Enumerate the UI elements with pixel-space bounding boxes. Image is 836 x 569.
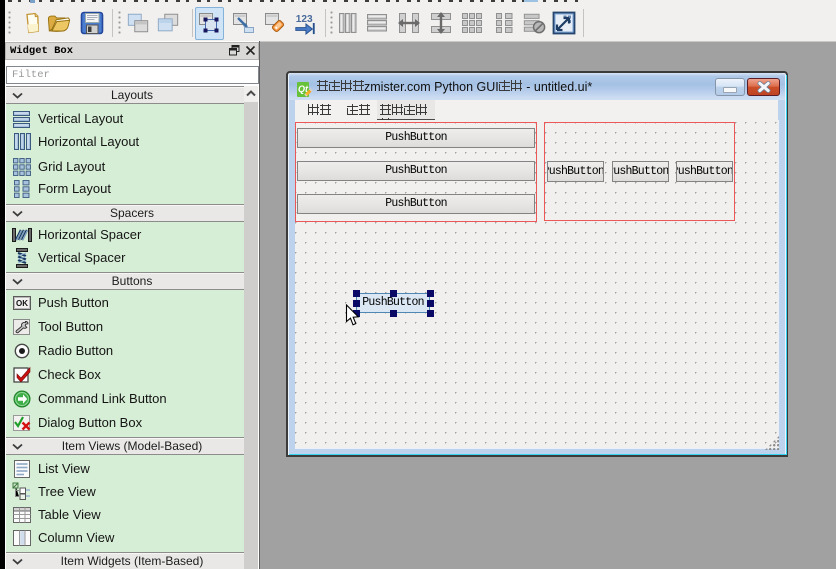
svg-text:OK: OK [16, 299, 28, 308]
svg-text:123: 123 [296, 14, 313, 25]
